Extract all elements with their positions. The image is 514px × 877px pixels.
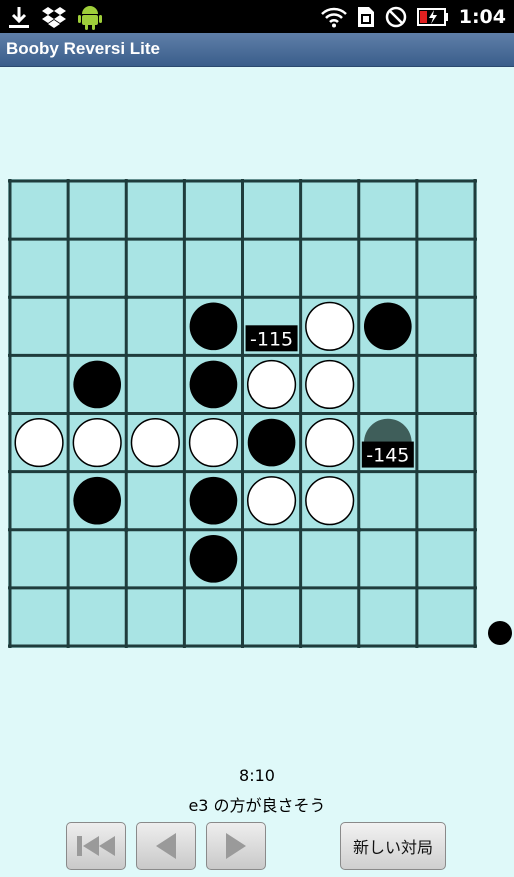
app-title: Booby Reversi Lite	[6, 39, 160, 58]
status-bar: 1:04	[0, 0, 514, 33]
previous-move-button[interactable]	[136, 822, 196, 870]
black-piece	[189, 534, 238, 583]
evaluation-label: -145	[366, 445, 409, 467]
reversi-board[interactable]: -115 -145	[8, 179, 477, 648]
hint-message: e3 の方が良さそう	[188, 796, 326, 815]
evaluation-label: -115	[250, 328, 293, 350]
black-piece	[189, 476, 238, 525]
new-game-button[interactable]: 新しい対局	[340, 822, 446, 870]
white-piece	[72, 417, 122, 468]
black-piece	[247, 418, 296, 467]
turn-indicator-piece	[488, 621, 512, 645]
app-title-bar: Booby Reversi Lite	[0, 33, 514, 67]
white-piece	[246, 476, 297, 526]
no-disturb-icon	[385, 6, 406, 27]
white-piece	[130, 417, 180, 468]
android-icon	[78, 5, 102, 30]
black-piece	[363, 302, 412, 351]
black-piece	[189, 360, 238, 409]
board-star-point	[123, 527, 129, 533]
system-icons: 1:04	[320, 0, 506, 33]
sim-icon	[357, 6, 374, 27]
black-piece	[189, 302, 238, 351]
white-piece	[305, 359, 355, 410]
black-piece	[73, 476, 122, 525]
board-star-point	[356, 527, 362, 533]
next-move-button[interactable]	[206, 822, 266, 870]
white-piece	[188, 417, 239, 468]
dropbox-icon	[42, 6, 66, 28]
arrow-right-icon	[226, 833, 246, 859]
white-piece	[305, 476, 355, 526]
white-piece	[305, 417, 355, 468]
white-piece	[246, 359, 297, 410]
battery-charging-icon	[416, 7, 448, 26]
clock-time: 1:04	[458, 5, 506, 28]
arrow-left-icon	[156, 833, 176, 859]
wifi-icon	[320, 7, 347, 27]
board-star-point	[123, 294, 129, 300]
white-piece	[305, 301, 355, 351]
notification-icons	[8, 4, 102, 30]
white-piece	[14, 417, 64, 468]
board-star-point	[356, 294, 362, 300]
black-piece	[73, 360, 122, 409]
skip-to-start-icon	[77, 836, 115, 856]
download-icon	[9, 6, 29, 28]
score-display: 8:10	[239, 766, 275, 785]
first-move-button[interactable]	[66, 822, 126, 870]
